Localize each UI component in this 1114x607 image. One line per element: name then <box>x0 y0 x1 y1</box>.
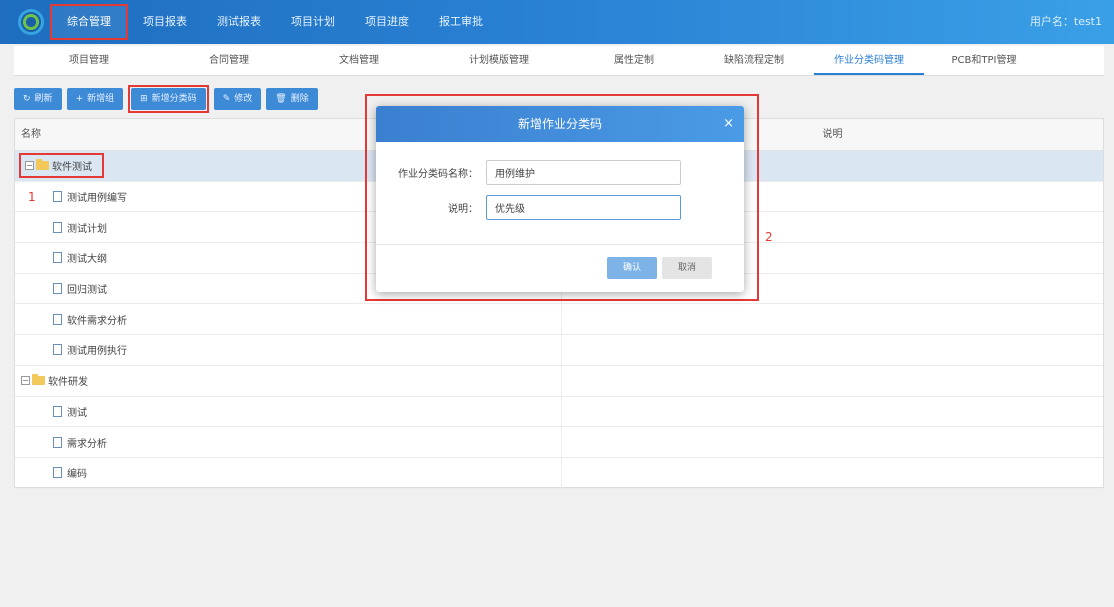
toolbar: ↻ 刷新 + 新增组 ⊞ 新增分类码 ✎ 修改 🗑 删除 <box>14 85 318 113</box>
row-label: 软件研发 <box>48 377 88 389</box>
confirm-button[interactable]: 确认 <box>607 257 657 279</box>
tab-attribute-customization[interactable]: 属性定制 <box>574 46 694 75</box>
group-highlight: − 软件测试 <box>19 153 104 179</box>
sub-tabs: 项目管理 合同管理 文档管理 计划模版管理 属性定制 缺陷流程定制 作业分类码管… <box>14 46 1104 76</box>
folder-icon <box>32 374 45 386</box>
tab-contract-management[interactable]: 合同管理 <box>164 46 294 75</box>
description-cell <box>562 335 1103 365</box>
dialog-divider <box>376 244 744 245</box>
plus-icon: + <box>75 94 84 104</box>
tree-item-row[interactable]: 软件需求分析 <box>15 304 1103 336</box>
description-cell <box>562 427 1103 457</box>
tree-item-row[interactable]: 测试 <box>15 396 1103 428</box>
tab-plan-template-management[interactable]: 计划模版管理 <box>424 46 574 75</box>
delete-button[interactable]: 🗑 删除 <box>266 88 318 110</box>
row-label: 编码 <box>67 469 87 481</box>
tree-item-row[interactable]: 编码 <box>15 457 1103 489</box>
desc-label: 说明： <box>448 204 478 215</box>
description-cell <box>562 397 1103 427</box>
edit-label: 修改 <box>234 94 253 104</box>
refresh-icon: ↻ <box>23 94 31 104</box>
description-cell <box>562 366 1103 396</box>
annotation-1: 1 <box>28 190 36 204</box>
tab-pcb-tpi-management[interactable]: PCB和TPI管理 <box>924 46 1044 75</box>
row-label: 需求分析 <box>67 438 107 450</box>
cancel-button[interactable]: 取消 <box>662 257 712 279</box>
document-icon <box>53 191 62 203</box>
add-group-label: 新增组 <box>87 94 115 104</box>
tree-group-row[interactable]: − 软件研发 <box>15 365 1103 397</box>
description-cell <box>562 458 1103 488</box>
name-row: 作业分类码名称： <box>376 160 681 185</box>
row-label: 测试大纲 <box>67 254 107 266</box>
annotation-2: 2 <box>765 230 773 244</box>
name-cell: 软件需求分析 <box>15 304 562 335</box>
edit-icon: ✎ <box>222 94 231 104</box>
document-icon <box>53 344 62 356</box>
add-group-button[interactable]: + 新增组 <box>66 88 124 110</box>
dialog-header: 新增作业分类码 × <box>376 106 744 142</box>
add-code-label: 新增分类码 <box>151 94 197 104</box>
row-label: 测试用例执行 <box>67 346 127 358</box>
trash-icon: 🗑 <box>275 94 287 104</box>
row-label: 测试计划 <box>67 223 107 235</box>
top-navbar: 综合管理 项目报表 测试报表 项目计划 项目进度 报工审批 用户名：test1 <box>0 0 1114 44</box>
nav-work-report-approval[interactable]: 报工审批 <box>424 4 498 40</box>
nav-comprehensive-management[interactable]: 综合管理 <box>50 4 128 40</box>
desc-row: 说明： <box>376 195 681 220</box>
user-name: 用户名：test1 <box>1029 15 1102 28</box>
add-code-highlight: ⊞ 新增分类码 <box>128 85 209 113</box>
nav-project-plan[interactable]: 项目计划 <box>276 4 350 40</box>
grid-plus-icon: ⊞ <box>140 94 148 104</box>
collapse-toggle-icon[interactable]: − <box>21 376 30 386</box>
tab-job-category-code-management[interactable]: 作业分类码管理 <box>814 46 924 75</box>
row-label: 回归测试 <box>67 285 107 297</box>
tab-document-management[interactable]: 文档管理 <box>294 46 424 75</box>
document-icon <box>53 221 62 233</box>
name-label: 作业分类码名称： <box>398 169 478 180</box>
name-cell: 测试 <box>15 396 562 427</box>
tree-item-row[interactable]: 测试用例执行 <box>15 335 1103 366</box>
tab-defect-flow-customization[interactable]: 缺陷流程定制 <box>694 46 814 75</box>
folder-icon <box>36 159 49 171</box>
tab-project-management[interactable]: 项目管理 <box>14 46 164 75</box>
name-cell: 测试用例执行 <box>15 335 562 365</box>
document-icon <box>53 313 62 325</box>
edit-button[interactable]: ✎ 修改 <box>213 88 262 110</box>
document-icon <box>53 405 62 417</box>
refresh-button[interactable]: ↻ 刷新 <box>14 88 62 110</box>
app-logo-icon <box>18 9 44 35</box>
name-cell: − 软件研发 <box>15 365 562 396</box>
description-cell <box>562 304 1103 334</box>
name-cell: 编码 <box>15 457 562 488</box>
nav-project-progress[interactable]: 项目进度 <box>350 4 424 40</box>
document-icon <box>53 436 62 448</box>
tree-item-row[interactable]: 需求分析 <box>15 427 1103 458</box>
category-code-name-input[interactable] <box>486 160 681 185</box>
name-cell: 需求分析 <box>15 427 562 457</box>
refresh-label: 刷新 <box>34 94 53 104</box>
row-label: 测试 <box>67 407 87 419</box>
description-input[interactable] <box>486 195 681 220</box>
main-nav: 综合管理 项目报表 测试报表 项目计划 项目进度 报工审批 <box>50 4 498 40</box>
add-category-code-button[interactable]: ⊞ 新增分类码 <box>131 88 206 110</box>
close-icon[interactable]: × <box>723 106 734 142</box>
document-icon <box>53 283 62 295</box>
row-label: 软件需求分析 <box>67 315 127 327</box>
document-icon <box>53 467 62 479</box>
document-icon <box>53 252 62 264</box>
nav-test-reports[interactable]: 测试报表 <box>202 4 276 40</box>
row-label: 软件测试 <box>52 162 92 174</box>
dialog-title: 新增作业分类码 <box>517 117 602 131</box>
delete-label: 删除 <box>290 94 309 104</box>
add-category-code-dialog: 新增作业分类码 × 作业分类码名称： 说明： 确认 取消 <box>376 106 744 292</box>
row-label: 测试用例编写 <box>67 193 127 205</box>
nav-project-reports[interactable]: 项目报表 <box>128 4 202 40</box>
collapse-toggle-icon[interactable]: − <box>25 161 34 171</box>
